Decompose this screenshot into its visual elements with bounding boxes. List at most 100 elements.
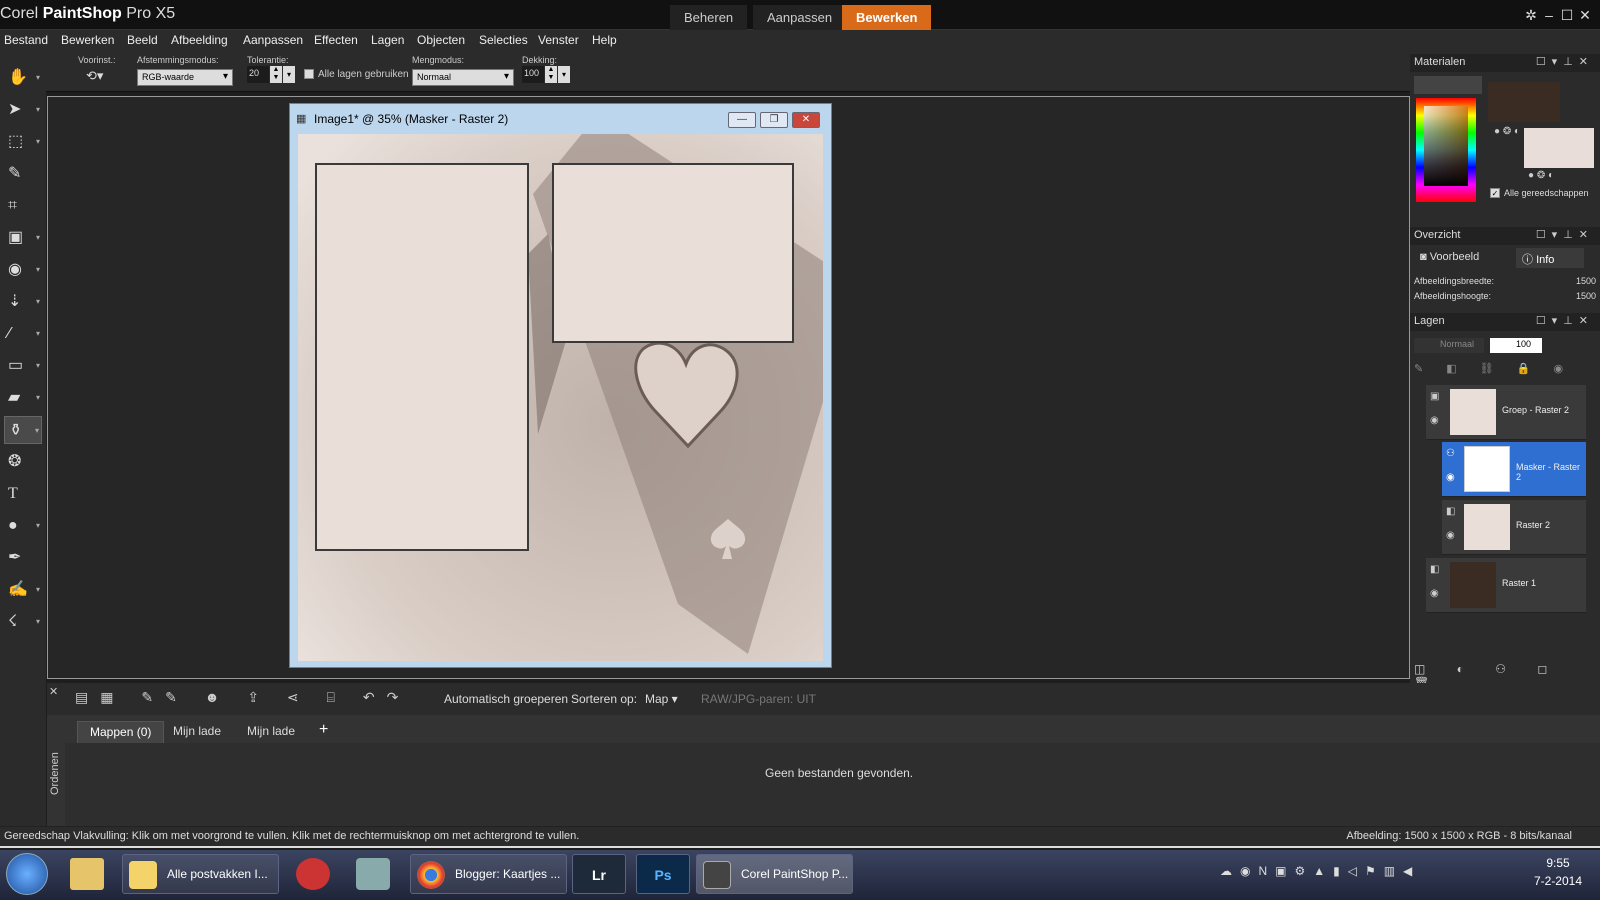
menu-selecties[interactable]: Selecties <box>479 33 528 47</box>
close-button[interactable]: ✕ <box>1576 6 1594 24</box>
minimize-button[interactable]: – <box>1540 6 1558 24</box>
tab-beheren[interactable]: Beheren <box>670 5 748 30</box>
taskbar-mail-label: Alle postvakken I... <box>167 867 268 881</box>
add-tab-icon[interactable]: + <box>319 721 328 739</box>
pick-tool-icon[interactable]: ➤ ▾ <box>4 96 42 124</box>
image-window[interactable]: ▦ Image1* @ 35% (Masker - Raster 2) — ❐ … <box>289 103 832 668</box>
menu-afbeelding[interactable]: Afbeelding <box>171 33 228 47</box>
menu-bar: Bestand Bewerken Beeld Afbeelding Aanpas… <box>0 30 1600 52</box>
tolerance-input[interactable]: 20 <box>247 66 269 83</box>
layer-raster-1[interactable]: ◧ ◉ Raster 1 <box>1426 558 1586 613</box>
materials-tabs[interactable] <box>1414 76 1482 94</box>
visibility-eye-icon[interactable]: ◉ <box>1430 415 1439 426</box>
all-tools-checkbox[interactable]: ✓ <box>1490 188 1500 198</box>
menu-bestand[interactable]: Bestand <box>4 33 48 47</box>
image-minimize-button[interactable]: — <box>728 112 756 128</box>
paintshop-icon <box>703 861 731 889</box>
layers-bottom-toolbar[interactable]: ◫ ◐ ⚇ ◻ 🗑 <box>1414 662 1596 690</box>
photoshop-icon[interactable]: Ps <box>636 854 690 894</box>
tab-bewerken[interactable]: Bewerken <box>842 5 932 30</box>
opacity-slider-button[interactable]: ▾ <box>558 66 570 83</box>
clock-date[interactable]: 7-2-2014 <box>1522 874 1594 888</box>
flood-fill-tool-icon[interactable]: ⚱ ▾ <box>4 416 42 444</box>
tab-info[interactable]: ⓘ Info <box>1516 248 1584 268</box>
system-tray-icons[interactable]: ☁◉N▣⚙▲▮◁⚑▥◀ <box>1220 864 1470 884</box>
pan-tool-icon[interactable]: ✋ ▾ <box>4 64 42 92</box>
layer-masker-raster-2[interactable]: ⚇ ◉ Masker - Raster 2 <box>1442 442 1586 497</box>
dropper-tool-icon[interactable]: ✎ <box>4 160 42 188</box>
bg-style-buttons[interactable]: ● ❂ ◐ <box>1528 170 1588 182</box>
tab-voorbeeld[interactable]: ◙ Voorbeeld <box>1414 248 1514 268</box>
menu-lagen[interactable]: Lagen <box>371 33 404 47</box>
tolerance-slider-button[interactable]: ▾ <box>283 66 295 83</box>
tolerance-stepper[interactable]: ▲ ▼ <box>270 66 282 83</box>
blend-mode-select[interactable]: Normaal <box>412 69 514 86</box>
red-eye-tool-icon[interactable]: ◉ ▾ <box>4 256 42 284</box>
eraser-tool-icon[interactable]: ▰ ▾ <box>4 384 42 412</box>
auto-group-button[interactable]: Automatisch groeperen <box>444 692 568 706</box>
menu-help[interactable]: Help <box>592 33 617 47</box>
image-restore-button[interactable]: ❐ <box>760 112 788 128</box>
straighten-tool-icon[interactable]: ▣ ▾ <box>4 224 42 252</box>
layers-panel-controls[interactable]: ☐▾⊥✕ <box>1536 314 1594 327</box>
menu-effecten[interactable]: Effecten <box>314 33 358 47</box>
menu-beeld[interactable]: Beeld <box>127 33 158 47</box>
maximize-button[interactable]: ☐ <box>1558 6 1576 24</box>
text-tool-icon[interactable]: T <box>4 480 42 508</box>
sort-select[interactable]: Map ▾ <box>645 692 678 706</box>
preset-dropdown-icon[interactable]: ⟲▾ <box>86 68 112 86</box>
menu-bewerken[interactable]: Bewerken <box>61 33 114 47</box>
makeover-tool-icon[interactable]: ⇣ ▾ <box>4 288 42 316</box>
all-layers-checkbox[interactable] <box>304 69 314 79</box>
raw-jpg-pairs-toggle[interactable]: RAW/JPG-paren: UIT <box>701 692 816 706</box>
color-replacer-tool-icon[interactable]: ❂ <box>4 448 42 476</box>
menu-objecten[interactable]: Objecten <box>417 33 465 47</box>
layer-raster-2[interactable]: ◧ ◉ Raster 2 <box>1442 500 1586 555</box>
tab-mijn-lade-2[interactable]: Mijn lade <box>235 721 307 743</box>
image-canvas[interactable] <box>298 134 823 661</box>
taskbar-chrome[interactable]: Blogger: Kaartjes ... <box>410 854 567 894</box>
color-picker-spectrum[interactable] <box>1416 98 1476 202</box>
visibility-eye-icon[interactable]: ◉ <box>1430 588 1439 599</box>
layer-opacity-input[interactable]: 100 <box>1490 338 1542 353</box>
warp-brush-tool-icon[interactable]: ☇ ▾ <box>4 608 42 636</box>
organizer-tool-icons[interactable]: ▤▦ ✎✎ ☻ ⇪ ⋖ ⌸ ↶↷ <box>75 689 435 709</box>
visibility-eye-icon[interactable]: ◉ <box>1446 530 1455 541</box>
tab-mijn-lade-1[interactable]: Mijn lade <box>161 721 233 743</box>
mask-icon: ⚇ <box>1446 448 1455 459</box>
crop-tool-icon[interactable]: ⌗ <box>4 192 42 220</box>
layer-groep-raster-2[interactable]: ▣ ◉ Groep - Raster 2 <box>1426 385 1586 440</box>
layer-blend-mode-select[interactable]: Normaal <box>1414 338 1484 353</box>
art-media-tool-icon[interactable]: ✍ ▾ <box>4 576 42 604</box>
paint-brush-tool-icon[interactable]: ⁄ ▾ <box>4 320 42 348</box>
app-icon-red[interactable] <box>296 858 330 890</box>
pen-tool-icon[interactable]: ✒ <box>4 544 42 572</box>
taskbar-mail[interactable]: Alle postvakken I... <box>122 854 279 894</box>
menu-venster[interactable]: Venster <box>538 33 579 47</box>
match-mode-select[interactable]: RGB-waarde <box>137 69 233 86</box>
selection-tool-icon[interactable]: ⬚ ▾ <box>4 128 42 156</box>
fg-style-buttons[interactable]: ● ❂ ◐ <box>1494 126 1544 138</box>
clock-time[interactable]: 9:55 <box>1528 856 1588 870</box>
app-icon-gray[interactable] <box>356 858 390 890</box>
raster-layer-icon: ◧ <box>1430 564 1440 575</box>
layer-thumbnail <box>1464 446 1510 492</box>
opacity-input[interactable]: 100 <box>522 66 544 83</box>
settings-icon[interactable]: ✲ <box>1522 6 1540 24</box>
preset-shape-tool-icon[interactable]: ● ▾ <box>4 512 42 540</box>
image-close-button[interactable]: ✕ <box>792 112 820 128</box>
overview-panel-controls[interactable]: ☐▾⊥✕ <box>1536 228 1594 241</box>
picture-tube-tool-icon[interactable]: ▭ ▾ <box>4 352 42 380</box>
tab-mappen[interactable]: Mappen (0) <box>77 721 165 743</box>
lightroom-icon[interactable]: Lr <box>572 854 626 894</box>
menu-aanpassen[interactable]: Aanpassen <box>243 33 303 47</box>
visibility-eye-icon[interactable]: ◉ <box>1446 472 1455 483</box>
materials-panel-controls[interactable]: ☐▾⊥✕ <box>1536 55 1594 68</box>
tab-aanpassen[interactable]: Aanpassen <box>753 5 847 30</box>
taskbar-paintshop[interactable]: Corel PaintShop P... <box>696 854 853 894</box>
opacity-stepper[interactable]: ▲ ▼ <box>545 66 557 83</box>
foreground-color-swatch[interactable] <box>1488 82 1560 122</box>
start-button[interactable] <box>6 853 48 895</box>
file-explorer-icon[interactable] <box>70 858 104 890</box>
layers-toolbar[interactable]: ✎ ◧ ⛓ 🔒 ◉ <box>1414 362 1596 378</box>
